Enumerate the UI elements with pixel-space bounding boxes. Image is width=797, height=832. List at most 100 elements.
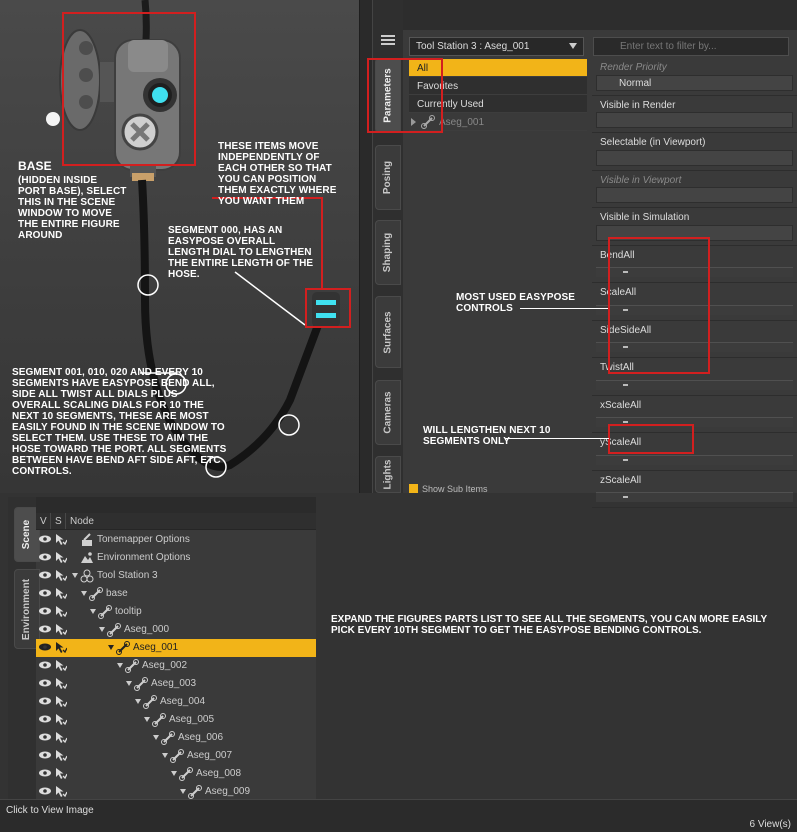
scene-node-row[interactable]: Aseg_006 <box>36 729 316 747</box>
expand-arrow-icon[interactable] <box>90 609 96 614</box>
scene-node-label: Aseg_007 <box>187 750 233 761</box>
click-to-view-link[interactable]: Click to View Image <box>6 805 94 816</box>
slider-handle[interactable] <box>623 496 628 498</box>
scene-node-row[interactable]: Tonemapper Options <box>36 531 316 549</box>
property-slider[interactable] <box>596 379 793 390</box>
scene-tab-strip: Scene Environment <box>8 497 40 799</box>
tab-lights[interactable]: Lights <box>375 456 401 493</box>
scene-node-row[interactable]: Aseg_004 <box>36 693 316 711</box>
cursor-select-icon[interactable] <box>55 533 68 546</box>
column-node[interactable]: Node <box>66 513 98 529</box>
scene-node-row[interactable]: Aseg_000 <box>36 621 316 639</box>
bone-icon <box>116 641 130 655</box>
scene-node-row[interactable]: Aseg_005 <box>36 711 316 729</box>
property-value-field[interactable] <box>596 187 793 203</box>
expand-arrow-icon[interactable] <box>117 663 123 668</box>
scene-node-row[interactable]: base <box>36 585 316 603</box>
expand-arrow-icon[interactable] <box>162 753 168 758</box>
property-row[interactable]: Selectable (in Viewport) <box>592 133 797 171</box>
slider-handle[interactable] <box>623 458 628 461</box>
filter-input[interactable]: Enter text to filter by... <box>593 37 789 56</box>
property-value-field[interactable]: Normal <box>596 74 793 91</box>
expand-arrow-icon[interactable] <box>99 627 105 632</box>
eye-icon[interactable] <box>39 571 51 579</box>
property-row[interactable]: Visible in Render <box>592 96 797 133</box>
cursor-select-icon[interactable] <box>55 659 68 672</box>
expand-arrow-icon[interactable] <box>135 699 141 704</box>
cursor-select-icon[interactable] <box>55 677 68 690</box>
eye-icon[interactable] <box>39 535 51 543</box>
slider-handle[interactable] <box>623 421 628 423</box>
eye-icon[interactable] <box>39 553 51 561</box>
cursor-select-icon[interactable] <box>55 551 68 564</box>
scene-node-label: Aseg_004 <box>160 696 206 707</box>
scene-node-row[interactable]: tooltip <box>36 603 316 621</box>
eye-icon[interactable] <box>39 733 51 741</box>
cursor-select-icon[interactable] <box>55 767 68 780</box>
cursor-select-icon[interactable] <box>55 623 68 636</box>
expand-arrow-icon[interactable] <box>180 789 186 794</box>
expand-arrow-icon[interactable] <box>144 717 150 722</box>
column-selectable[interactable]: S <box>51 513 66 529</box>
expand-arrow-icon[interactable] <box>81 591 87 596</box>
eye-icon[interactable] <box>39 589 51 597</box>
expand-arrow-icon[interactable] <box>108 645 114 650</box>
scene-node-row[interactable]: Aseg_007 <box>36 747 316 765</box>
property-value-field[interactable] <box>596 112 793 128</box>
viewport-render[interactable]: BASE (HIDDEN INSIDE PORT BASE), SELECT T… <box>0 0 359 493</box>
tab-surfaces[interactable]: Surfaces <box>375 296 401 368</box>
cursor-select-icon[interactable] <box>55 641 68 654</box>
cursor-select-icon[interactable] <box>55 749 68 762</box>
scene-node-row[interactable]: Aseg_003 <box>36 675 316 693</box>
tab-posing[interactable]: Posing <box>375 145 401 210</box>
cursor-select-icon[interactable] <box>55 605 68 618</box>
property-row[interactable]: zScaleAll <box>592 471 797 508</box>
parameters-pane: Parameters Posing Shaping Surfaces Camer… <box>367 0 797 508</box>
eye-icon[interactable] <box>39 787 51 795</box>
expand-arrow-icon[interactable] <box>153 735 159 740</box>
scene-node-row[interactable]: Aseg_009 <box>36 783 316 799</box>
eye-icon[interactable] <box>39 697 51 705</box>
scene-node-label: Aseg_000 <box>124 624 170 635</box>
property-row[interactable]: Visible in Viewport <box>592 171 797 208</box>
scene-node-row[interactable]: Environment Options <box>36 549 316 567</box>
scene-node-row[interactable]: Aseg_002 <box>36 657 316 675</box>
cursor-select-icon[interactable] <box>55 713 68 726</box>
cursor-select-icon[interactable] <box>55 731 68 744</box>
eye-icon[interactable] <box>39 679 51 687</box>
scene-node-row[interactable]: Aseg_001 <box>36 639 316 657</box>
eye-icon[interactable] <box>39 751 51 759</box>
eye-icon[interactable] <box>39 715 51 723</box>
checkbox-icon[interactable] <box>409 484 418 493</box>
screenshot-root: BASE (HIDDEN INSIDE PORT BASE), SELECT T… <box>0 0 797 832</box>
figure-select-dropdown[interactable]: Tool Station 3 : Aseg_001 <box>409 37 584 56</box>
property-slider[interactable] <box>596 492 793 502</box>
eye-icon[interactable] <box>39 607 51 615</box>
cursor-select-icon[interactable] <box>55 587 68 600</box>
expand-arrow-icon[interactable] <box>72 573 78 578</box>
eye-icon[interactable] <box>39 769 51 777</box>
tab-cameras[interactable]: Cameras <box>375 380 401 445</box>
eye-icon[interactable] <box>39 643 51 651</box>
cursor-select-icon[interactable] <box>55 569 68 582</box>
property-value-field[interactable] <box>596 149 793 166</box>
bone-icon <box>125 659 139 673</box>
tab-shaping[interactable]: Shaping <box>375 220 401 285</box>
cursor-select-icon[interactable] <box>55 785 68 798</box>
scene-node-label: Aseg_005 <box>169 714 215 725</box>
slider-handle[interactable] <box>623 383 628 386</box>
property-slider[interactable] <box>596 454 793 465</box>
view-count: 6 View(s) <box>749 819 792 830</box>
scene-node-row[interactable]: Tool Station 3 <box>36 567 316 585</box>
scene-node-row[interactable]: Aseg_008 <box>36 765 316 783</box>
scene-node-label: Tonemapper Options <box>97 534 190 545</box>
property-row[interactable]: Render Priority Normal <box>592 58 797 96</box>
cursor-select-icon[interactable] <box>55 695 68 708</box>
expand-arrow-icon[interactable] <box>126 681 132 686</box>
expand-arrow-icon[interactable] <box>171 771 177 776</box>
pane-menu-icon[interactable] <box>381 33 395 45</box>
column-visible[interactable]: V <box>36 513 51 529</box>
eye-icon[interactable] <box>39 661 51 669</box>
eye-icon[interactable] <box>39 625 51 633</box>
show-sub-items-toggle[interactable]: Show Sub Items <box>409 484 488 494</box>
